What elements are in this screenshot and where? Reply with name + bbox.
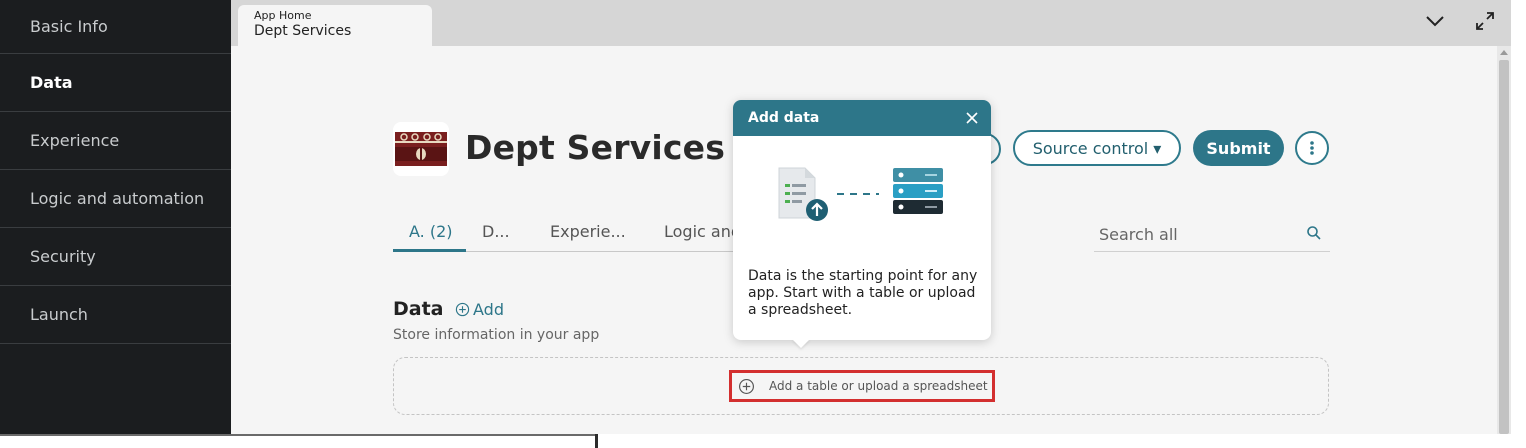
add-table-or-upload-button[interactable]: Add a table or upload a spreadsheet (729, 370, 995, 402)
data-subtitle: Store information in your app (393, 327, 600, 343)
more-vertical-icon (1310, 141, 1314, 155)
add-data-link[interactable]: Add (455, 300, 504, 319)
app-logo (393, 122, 449, 176)
tab-strip: App Home Dept Services (231, 0, 1511, 46)
source-control-button[interactable]: Source control ▾ (1013, 130, 1181, 166)
app-root: Basic Info Data Experience Logic and aut… (0, 0, 1526, 448)
sidebar-item-security[interactable]: Security (0, 228, 231, 286)
popover-body: Data is the starting point for any app. … (748, 268, 978, 318)
scroll-up-icon[interactable] (1500, 50, 1508, 55)
expand-icon[interactable] (1472, 8, 1498, 34)
close-icon[interactable] (963, 109, 981, 127)
window-shadow (0, 434, 1526, 448)
add-data-popover: Add data Data is the starting point for … (733, 100, 991, 348)
data-illustration-icon (778, 167, 943, 221)
tab-all[interactable]: A. (2) (393, 222, 466, 252)
popover-pointer (792, 339, 810, 348)
app-logo-icon (395, 132, 447, 166)
search-input[interactable] (1099, 222, 1289, 246)
popover-title: Add data (748, 110, 820, 126)
sidebar-item-experience[interactable]: Experience (0, 112, 231, 170)
shadow-tick (595, 434, 598, 448)
data-dropzone: Add a table or upload a spreadsheet (393, 357, 1329, 415)
page-title: Dept Services (465, 128, 726, 167)
chevron-down-icon[interactable] (1422, 8, 1448, 34)
add-table-label: Add a table or upload a spreadsheet (769, 379, 988, 393)
data-heading: Data (393, 298, 444, 320)
scrollbar-thumb[interactable] (1499, 60, 1509, 434)
sidebar: Basic Info Data Experience Logic and aut… (0, 0, 231, 434)
add-circle-icon (739, 378, 754, 394)
tab-data[interactable]: D... (482, 222, 510, 252)
sidebar-item-launch[interactable]: Launch (0, 286, 231, 344)
more-options-button[interactable] (1295, 131, 1329, 165)
add-data-label: Add (473, 300, 504, 319)
add-circle-icon (455, 302, 470, 317)
sidebar-item-basic-info[interactable]: Basic Info (0, 0, 231, 54)
submit-button[interactable]: Submit (1193, 130, 1284, 166)
tab-title: Dept Services (254, 23, 352, 39)
search-icon[interactable] (1306, 225, 1322, 241)
tab-experience[interactable]: Experie... (550, 222, 626, 252)
sidebar-item-logic-and-automation[interactable]: Logic and automation (0, 170, 231, 228)
sidebar-item-data[interactable]: Data (0, 54, 231, 112)
tab-dept-services[interactable]: App Home Dept Services (238, 5, 432, 46)
main-panel: App Home Dept Services Dept Services Sou… (231, 0, 1511, 434)
search-box (1094, 222, 1330, 252)
tab-breadcrumb: App Home (254, 9, 312, 22)
shadow-bar (0, 434, 598, 436)
tab-logic[interactable]: Logic and (664, 222, 741, 252)
vertical-scrollbar[interactable] (1497, 46, 1511, 434)
popover-header: Add data (733, 100, 991, 136)
